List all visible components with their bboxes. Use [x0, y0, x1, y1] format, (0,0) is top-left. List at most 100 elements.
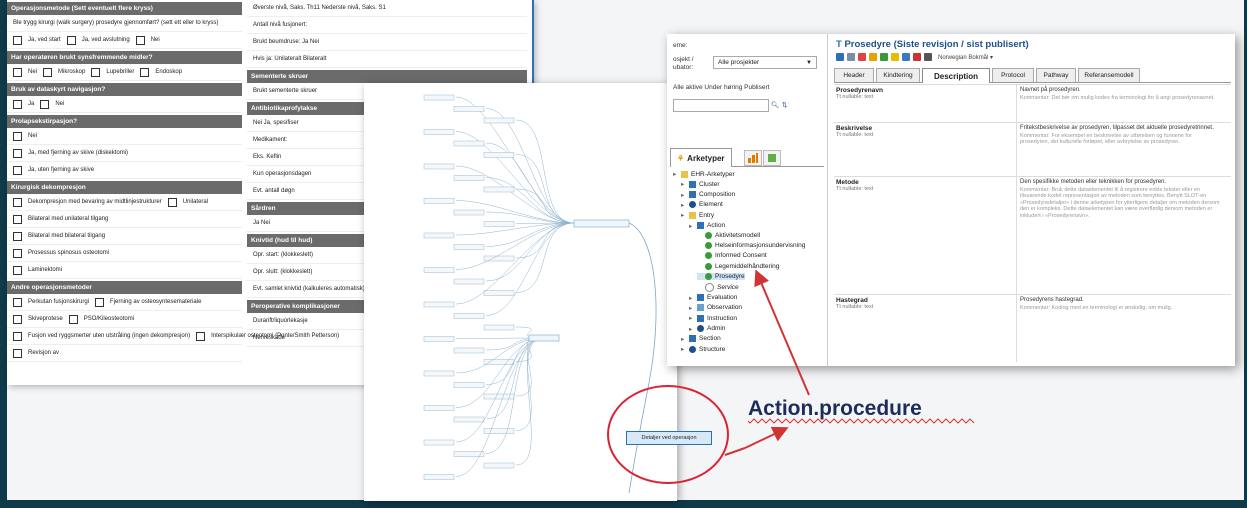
tab-statistics[interactable] [744, 150, 762, 166]
view-icon[interactable] [836, 53, 844, 61]
checkbox[interactable] [40, 99, 50, 109]
checkbox[interactable] [13, 348, 22, 358]
search-input[interactable] [673, 99, 769, 112]
checkbox[interactable] [13, 248, 22, 258]
tree-item[interactable]: ▸ Evaluation [689, 294, 737, 302]
language-select[interactable]: Norwegian Bokmål ▾ [938, 54, 993, 61]
mail-icon[interactable] [858, 53, 866, 61]
warning-icon[interactable] [891, 53, 899, 61]
mind-map-selected-node[interactable]: Detaljer ved operasjon [626, 431, 712, 445]
form-row: Revisjon av [7, 345, 242, 362]
expand-icon[interactable]: ▸ [681, 191, 686, 199]
checkbox[interactable] [167, 197, 177, 207]
element-cell: Beskrivelse Tt nullable: text [836, 125, 1016, 138]
checkbox[interactable] [68, 314, 78, 324]
checkbox[interactable] [13, 67, 22, 77]
checkbox-label: Fusjon ved ryggsmerter uten utstråling (… [28, 333, 191, 339]
mind-map-node [483, 221, 515, 227]
checkbox-label: Fjerning av osteosyntesemateriale [110, 299, 202, 305]
checkbox[interactable] [13, 148, 22, 158]
tab-arketyper[interactable]: ⚘ Arketyper [670, 148, 732, 167]
share-icon[interactable] [902, 53, 910, 61]
tree-item[interactable]: Aktivitetsmodell [697, 231, 760, 239]
tab-pathway[interactable]: Pathway [1036, 68, 1076, 82]
filter-icon[interactable]: ⇅ [782, 101, 787, 109]
description-cell: Navnet på prosedyren. Kommentar: Det bør … [1020, 87, 1220, 101]
expand-icon[interactable]: ▸ [681, 180, 686, 188]
checkbox[interactable] [95, 297, 105, 307]
tree-item[interactable]: Informed Consent [697, 252, 767, 260]
expand-icon[interactable]: ▸ [689, 304, 694, 312]
delete-icon[interactable] [913, 53, 921, 61]
expand-icon[interactable]: ▸ [673, 170, 678, 178]
tree-item[interactable]: ▸ Section [681, 335, 721, 343]
form-section-header: Har operatøren brukt synsfremmende midle… [7, 51, 242, 64]
checkbox[interactable] [13, 314, 22, 324]
action-icon [697, 222, 704, 229]
tree-item[interactable]: Helseinformasjonsundervisning [697, 242, 805, 250]
tree-item[interactable]: ▸ Observation [689, 304, 742, 312]
checkbox[interactable] [196, 331, 206, 341]
form-row: Skiveprotese PSO/Kileosteotomi [7, 311, 242, 328]
export-icon[interactable] [880, 53, 888, 61]
checkbox[interactable] [13, 214, 22, 224]
mind-map-node [423, 405, 455, 411]
tree-item[interactable]: ▸ Entry [681, 211, 714, 219]
checkbox[interactable] [13, 297, 22, 307]
checkbox[interactable] [140, 67, 150, 77]
tree-item[interactable]: Prosedyre [697, 273, 745, 280]
expand-icon[interactable]: ▸ [689, 222, 694, 230]
tab-templates[interactable] [763, 150, 781, 166]
tree-item[interactable]: ▸ Composition [681, 191, 735, 199]
tree-item[interactable]: ▸ Instruction [689, 314, 737, 322]
form-row: Perkutan fusjonskirurgi Fjerning av osteo… [7, 294, 242, 311]
expand-icon[interactable]: ▸ [689, 314, 694, 322]
checkbox[interactable] [13, 131, 22, 141]
tree-item[interactable]: ▸ Element [681, 201, 723, 209]
tree-item[interactable]: Service [697, 283, 739, 293]
expand-icon[interactable]: ▸ [681, 345, 686, 353]
tree-item-label: Action [707, 222, 726, 229]
expand-icon[interactable]: ▸ [689, 325, 694, 333]
checkbox[interactable] [13, 99, 22, 109]
tab-kindtering[interactable]: Kindtering [876, 68, 920, 82]
form-text: Evt. samlet knivtid (kalkuleres automati… [253, 286, 365, 292]
print-icon[interactable] [924, 53, 932, 61]
project-select[interactable]: Alle prosjekter ▼ [713, 56, 817, 69]
tab-description[interactable]: Description [922, 68, 990, 83]
tree-item[interactable]: ▸ Admin [689, 325, 725, 333]
tree-item[interactable]: ▸ Structure [681, 345, 725, 353]
checkbox[interactable] [13, 197, 22, 207]
checkbox[interactable] [91, 67, 101, 77]
status-filter[interactable]: Alle aktive Under høring Publisert [673, 84, 769, 91]
tree-item[interactable]: Legemiddelhåndtering [697, 262, 779, 270]
tree-item[interactable]: ▸ Cluster [681, 180, 720, 188]
checkbox[interactable] [43, 67, 53, 77]
star-icon[interactable] [869, 53, 877, 61]
mind-map-node [483, 290, 515, 296]
archetype-toolbar: Norwegian Bokmål ▾ [836, 53, 993, 61]
tab-referansemodell[interactable]: Referansemodell [1078, 68, 1140, 82]
expand-icon[interactable]: ▸ [681, 335, 686, 343]
mind-map-node [483, 186, 515, 193]
checkbox[interactable] [135, 35, 145, 45]
checkbox[interactable] [13, 331, 22, 341]
form-text: Ja Nei [253, 220, 271, 226]
tab-header[interactable]: Header [834, 68, 874, 82]
tree-item[interactable]: ▸ Action [689, 222, 725, 230]
expand-icon[interactable]: ▸ [681, 201, 686, 209]
checkbox[interactable] [13, 165, 22, 175]
checkbox[interactable] [66, 35, 76, 45]
expand-icon[interactable]: ▸ [689, 294, 694, 302]
checkbox[interactable] [13, 35, 22, 45]
expand-icon[interactable]: ▸ [681, 211, 686, 219]
checkbox[interactable] [13, 231, 22, 241]
check-circle-icon [705, 231, 712, 239]
search-icon[interactable]: 🔍︎ [771, 101, 779, 109]
checkbox[interactable] [13, 265, 22, 275]
tree-item[interactable]: ▸ EHR-Arketyper [673, 170, 735, 178]
form-row: Bilateral med bilateral tilgang [7, 228, 242, 245]
grid-icon[interactable] [847, 53, 855, 61]
tree-item-label: Instruction [707, 314, 737, 322]
tab-protocol[interactable]: Protocol [992, 68, 1034, 82]
